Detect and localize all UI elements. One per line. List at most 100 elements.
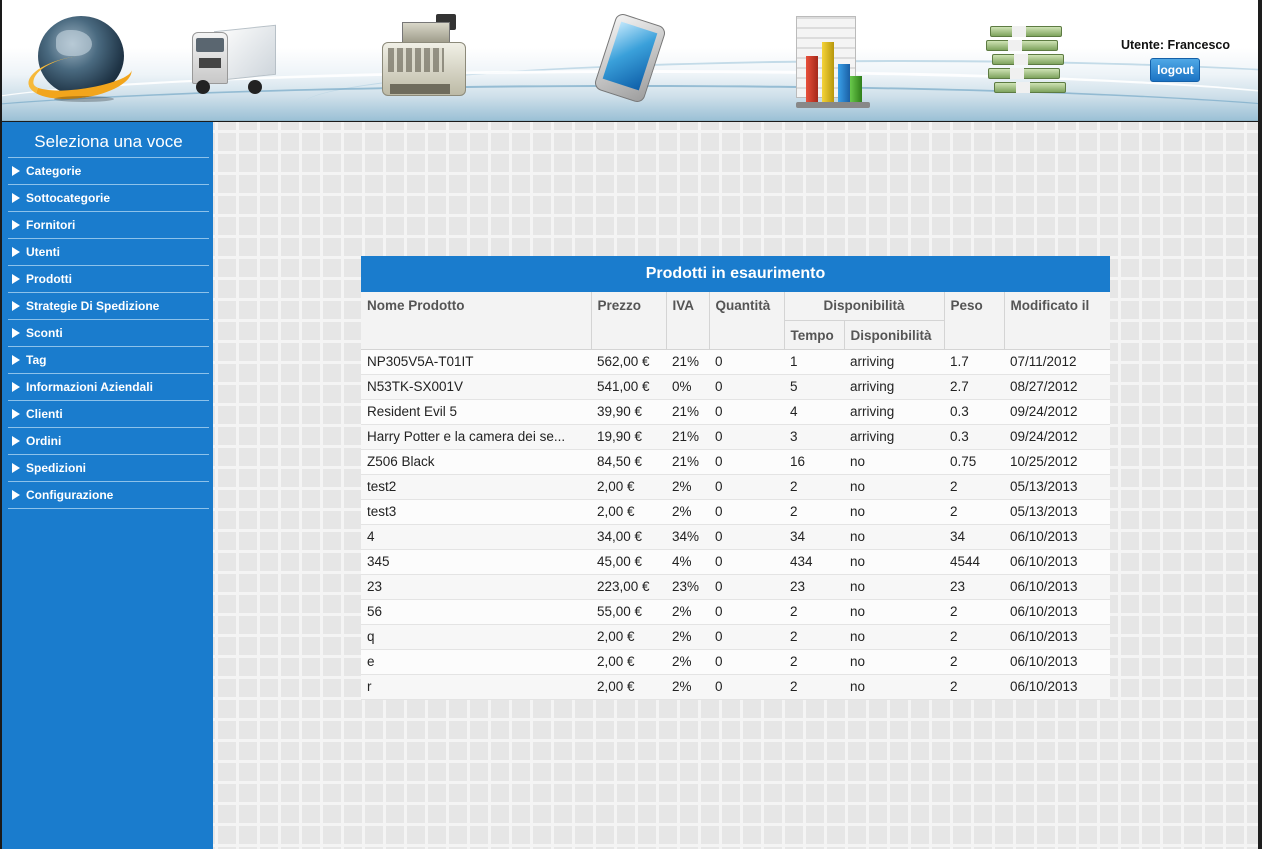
- col-header-quantita[interactable]: Quantità: [709, 292, 785, 350]
- cell-nome: q: [361, 624, 591, 650]
- sidebar-item-categorie[interactable]: Categorie: [8, 158, 209, 185]
- table-row[interactable]: 345 45,00 €4% 0 434 no 4544 06/10/2013: [361, 549, 1110, 575]
- cell-quantita: 0: [709, 399, 784, 425]
- sidebar-item-informazioni-aziendali[interactable]: Informazioni Aziendali: [8, 374, 209, 401]
- logout-button[interactable]: logout: [1150, 58, 1201, 82]
- table-row[interactable]: Harry Potter e la camera dei se... 19,90 …: [361, 424, 1110, 450]
- cell-prezzo: 84,50 €: [591, 449, 666, 475]
- sidebar-item-label: Clienti: [26, 407, 63, 421]
- sidebar-item-label: Ordini: [26, 434, 62, 448]
- cell-iva: 2%: [666, 649, 709, 675]
- table-row[interactable]: N53TK-SX001V 541,00 €0% 0 5 arriving 2.7 08/27…: [361, 374, 1110, 400]
- table-row[interactable]: e 2,00 €2% 0 2 no 2 06/10/2013: [361, 649, 1110, 675]
- globe-icon[interactable]: [25, 16, 135, 106]
- sidebar-item-sottocategorie[interactable]: Sottocategorie: [8, 185, 209, 212]
- cell-prezzo: 562,00 €: [591, 349, 666, 375]
- cell-quantita: 0: [709, 499, 784, 525]
- cell-modificato: 08/27/2012: [1004, 374, 1110, 400]
- cell-iva: 2%: [666, 599, 709, 625]
- cell-peso: 0.3: [944, 399, 1004, 425]
- sidebar-item-utenti[interactable]: Utenti: [8, 239, 209, 266]
- cell-tempo: 2: [784, 674, 844, 700]
- table-row[interactable]: 56 55,00 €2% 0 2 no 2 06/10/2013: [361, 599, 1110, 625]
- bar-chart-icon[interactable]: [792, 16, 874, 108]
- triangle-right-icon: [12, 274, 20, 284]
- sidebar-item-ordini[interactable]: Ordini: [8, 428, 209, 455]
- cell-modificato: 06/10/2013: [1004, 524, 1110, 550]
- money-icon[interactable]: [986, 22, 1070, 102]
- cell-iva: 21%: [666, 349, 709, 375]
- cell-prezzo: 2,00 €: [591, 474, 666, 500]
- table-row[interactable]: r 2,00 €2% 0 2 no 2 06/10/2013: [361, 674, 1110, 700]
- truck-icon[interactable]: [192, 24, 278, 98]
- cell-disponibilita: no: [844, 574, 944, 600]
- col-header-peso[interactable]: Peso: [944, 292, 1005, 350]
- sidebar-item-configurazione[interactable]: Configurazione: [8, 482, 209, 509]
- table-row[interactable]: test3 2,00 €2% 0 2 no 2 05/13/2013: [361, 499, 1110, 525]
- sidebar-item-strategie-di-spedizione[interactable]: Strategie Di Spedizione: [8, 293, 209, 320]
- cell-tempo: 3: [784, 424, 844, 450]
- cash-register-icon[interactable]: [380, 14, 468, 104]
- table-row[interactable]: Resident Evil 5 39,90 €21% 0 4 arriving 0.3 09…: [361, 399, 1110, 425]
- cell-tempo: 5: [784, 374, 844, 400]
- triangle-right-icon: [12, 490, 20, 500]
- cell-disponibilita: no: [844, 624, 944, 650]
- table-row[interactable]: test2 2,00 €2% 0 2 no 2 05/13/2013: [361, 474, 1110, 500]
- cell-modificato: 06/10/2013: [1004, 674, 1110, 700]
- cell-quantita: 0: [709, 424, 784, 450]
- sidebar-item-spedizioni[interactable]: Spedizioni: [8, 455, 209, 482]
- cell-iva: 2%: [666, 499, 709, 525]
- cell-peso: 1.7: [944, 349, 1004, 375]
- sidebar-item-label: Spedizioni: [26, 461, 86, 475]
- cell-disponibilita: arriving: [844, 374, 944, 400]
- sidebar-item-clienti[interactable]: Clienti: [8, 401, 209, 428]
- cell-quantita: 0: [709, 474, 784, 500]
- cell-modificato: 07/11/2012: [1004, 349, 1110, 375]
- cell-modificato: 06/10/2013: [1004, 549, 1110, 575]
- col-header-disponibilita[interactable]: Disponibilità: [844, 320, 945, 350]
- cell-iva: 23%: [666, 574, 709, 600]
- sidebar-item-label: Categorie: [26, 164, 82, 178]
- cell-peso: 2: [944, 624, 1004, 650]
- cell-disponibilita: arriving: [844, 399, 944, 425]
- cell-tempo: 23: [784, 574, 844, 600]
- cell-disponibilita: arriving: [844, 349, 944, 375]
- triangle-right-icon: [12, 409, 20, 419]
- cell-tempo: 2: [784, 474, 844, 500]
- triangle-right-icon: [12, 355, 20, 365]
- cell-iva: 21%: [666, 449, 709, 475]
- cell-prezzo: 2,00 €: [591, 649, 666, 675]
- col-header-prezzo[interactable]: Prezzo: [591, 292, 667, 350]
- sidebar-item-sconti[interactable]: Sconti: [8, 320, 209, 347]
- cell-prezzo: 2,00 €: [591, 624, 666, 650]
- cell-quantita: 0: [709, 374, 784, 400]
- col-header-modificato[interactable]: Modificato il: [1004, 292, 1110, 350]
- sidebar-item-fornitori[interactable]: Fornitori: [8, 212, 209, 239]
- sidebar-item-label: Configurazione: [26, 488, 114, 502]
- cell-nome: 56: [361, 599, 591, 625]
- cell-modificato: 09/24/2012: [1004, 424, 1110, 450]
- cell-nome: NP305V5A-T01IT: [361, 349, 591, 375]
- table-row[interactable]: 4 34,00 €34% 0 34 no 34 06/10/2013: [361, 524, 1110, 550]
- triangle-right-icon: [12, 328, 20, 338]
- sidebar-item-tag[interactable]: Tag: [8, 347, 209, 374]
- col-header-nome[interactable]: Nome Prodotto: [361, 292, 592, 350]
- col-header-iva[interactable]: IVA: [666, 292, 710, 350]
- col-header-tempo[interactable]: Tempo: [784, 320, 845, 350]
- table-row[interactable]: q 2,00 €2% 0 2 no 2 06/10/2013: [361, 624, 1110, 650]
- table-row[interactable]: 23 223,00 €23% 0 23 no 23 06/10/2013: [361, 574, 1110, 600]
- table-row[interactable]: Z506 Black 84,50 €21% 0 16 no 0.75 10/25/2012: [361, 449, 1110, 475]
- cell-modificato: 09/24/2012: [1004, 399, 1110, 425]
- cell-prezzo: 39,90 €: [591, 399, 666, 425]
- cell-tempo: 1: [784, 349, 844, 375]
- sidebar-item-label: Strategie Di Spedizione: [26, 299, 160, 313]
- cell-modificato: 06/10/2013: [1004, 624, 1110, 650]
- cell-nome: 4: [361, 524, 591, 550]
- triangle-right-icon: [12, 247, 20, 257]
- sidebar-item-prodotti[interactable]: Prodotti: [8, 266, 209, 293]
- cell-quantita: 0: [709, 649, 784, 675]
- table-row[interactable]: NP305V5A-T01IT 562,00 €21% 0 1 arriving 1.7 07…: [361, 349, 1110, 375]
- tablet-icon[interactable]: [592, 11, 668, 105]
- user-label: Utente: Francesco: [1120, 38, 1230, 52]
- cell-prezzo: 45,00 €: [591, 549, 666, 575]
